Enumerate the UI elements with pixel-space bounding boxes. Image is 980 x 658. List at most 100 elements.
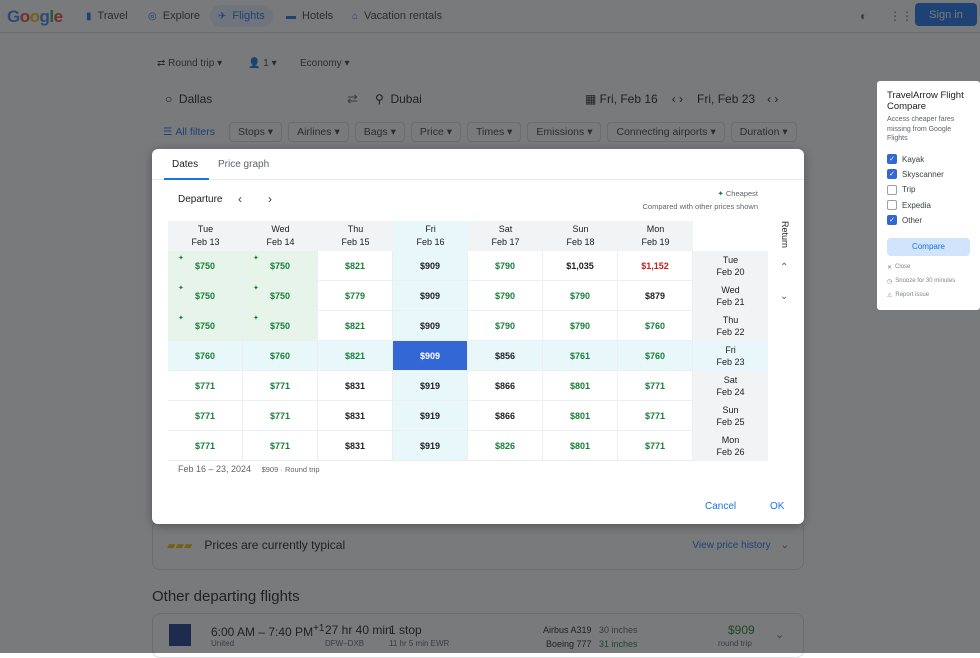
price-cell[interactable]: $760 (618, 341, 693, 371)
price-cell[interactable]: $790 (468, 311, 543, 341)
price-cell[interactable]: $919 (393, 431, 468, 461)
scroll-up-icon[interactable]: ⌃ (780, 262, 788, 273)
departure-date-header: Tue Feb 13 (168, 221, 243, 251)
price-cell[interactable]: $790 (468, 281, 543, 311)
sparkle-icon: ✦ (717, 189, 726, 198)
price-cell[interactable]: $821 (318, 341, 393, 371)
snooze-link[interactable]: ◷ Snooze for 30 minutes (887, 276, 970, 287)
kayak-checkbox[interactable]: ✓ Kayak (887, 152, 970, 167)
price-legend: ✦ Cheapest Compared with other prices sh… (642, 189, 758, 211)
sparkle-icon: ✦ (178, 255, 184, 262)
price-cell[interactable]: $771 (168, 401, 243, 431)
warning-icon: ⚠ (887, 292, 893, 299)
price-cell[interactable]: $790 (468, 251, 543, 281)
checkbox-checked-icon: ✓ (887, 215, 897, 226)
price-cell[interactable]: $831 (318, 431, 393, 461)
price-cell[interactable]: $856 (468, 341, 543, 371)
price-cell[interactable]: $1,152 (618, 251, 693, 281)
price-cell[interactable]: $760 (243, 341, 318, 371)
checkbox-empty-icon (887, 184, 897, 195)
scroll-down-icon[interactable]: ⌄ (780, 291, 788, 302)
price-cell[interactable]: ✦ $750 (168, 281, 243, 311)
departure-date-header: Sat Feb 17 (468, 221, 543, 251)
price-cell[interactable]: $909 (393, 281, 468, 311)
price-cell[interactable]: $771 (243, 401, 318, 431)
price-cell[interactable]: $826 (468, 431, 543, 461)
next-departure-icon[interactable]: › (268, 192, 272, 206)
ok-button[interactable]: OK (770, 501, 784, 512)
close-link[interactable]: ✕ Close (887, 262, 970, 273)
price-cell[interactable]: $760 (618, 311, 693, 341)
return-label: Return (780, 221, 790, 249)
price-cell[interactable]: ✦ $750 (168, 251, 243, 281)
price-cell[interactable]: $1,035 (543, 251, 618, 281)
return-date-header: Sun Feb 25 (693, 401, 768, 431)
price-cell[interactable]: ✦ $750 (168, 311, 243, 341)
cancel-button[interactable]: Cancel (705, 501, 736, 512)
price-cell[interactable]: $801 (543, 371, 618, 401)
prev-departure-icon[interactable]: ‹ (238, 192, 242, 206)
active-tab-indicator (164, 178, 209, 180)
return-date-header: Mon Feb 26 (693, 431, 768, 461)
close-icon: ✕ (887, 264, 893, 271)
extension-subtitle: Access cheaper fares missing from Google… (887, 116, 955, 142)
sparkle-icon: ✦ (253, 285, 259, 292)
price-cell[interactable]: $821 (318, 311, 393, 341)
price-cell[interactable]: ✦ $750 (243, 281, 318, 311)
checkbox-checked-icon: ✓ (887, 154, 897, 165)
price-cell[interactable]: $790 (543, 311, 618, 341)
tab-price-graph[interactable]: Price graph (218, 159, 269, 170)
return-date-header: Sat Feb 24 (693, 371, 768, 401)
skyscanner-checkbox[interactable]: ✓ Skyscanner (887, 167, 970, 182)
price-cell[interactable]: $879 (618, 281, 693, 311)
price-cell[interactable]: $779 (318, 281, 393, 311)
other-checkbox[interactable]: ✓ Other (887, 213, 970, 228)
price-cell[interactable]: $790 (543, 281, 618, 311)
departure-date-header: Fri Feb 16 (393, 221, 468, 251)
return-date-header: Fri Feb 23 (693, 341, 768, 371)
price-cell[interactable]: ✦ $750 (243, 251, 318, 281)
checkbox-checked-icon: ✓ (887, 169, 897, 180)
sparkle-icon: ✦ (253, 315, 259, 322)
price-cell[interactable]: $909 (393, 251, 468, 281)
trip-checkbox[interactable]: Trip (887, 182, 970, 197)
price-cell[interactable]: $771 (168, 371, 243, 401)
price-cell[interactable]: $919 (393, 371, 468, 401)
price-cell[interactable]: $831 (318, 371, 393, 401)
departure-date-header: Thu Feb 15 (318, 221, 393, 251)
price-cell[interactable]: $866 (468, 371, 543, 401)
price-cell[interactable]: ✦ $750 (243, 311, 318, 341)
return-date-header: Tue Feb 20 (693, 251, 768, 281)
price-cell[interactable]: $909 (393, 311, 468, 341)
price-cell[interactable]: $761 (543, 341, 618, 371)
report-issue-link[interactable]: ⚠ Report issue (887, 290, 970, 301)
price-cell[interactable]: $909 (393, 341, 468, 371)
price-cell[interactable]: $771 (618, 401, 693, 431)
sparkle-icon: ✦ (253, 255, 259, 262)
clock-icon: ◷ (887, 278, 893, 285)
departure-date-header: Sun Feb 18 (543, 221, 618, 251)
price-cell[interactable]: $801 (543, 431, 618, 461)
price-cell[interactable]: $866 (468, 401, 543, 431)
travelarrow-panel: TravelArrow Flight Compare Access cheape… (877, 81, 980, 310)
dialog-tabs: Dates Price graph (152, 149, 804, 180)
price-cell[interactable]: $771 (618, 371, 693, 401)
price-cell[interactable]: $919 (393, 401, 468, 431)
return-date-header: Wed Feb 21 (693, 281, 768, 311)
price-cell[interactable]: $771 (243, 431, 318, 461)
tab-dates[interactable]: Dates (172, 159, 198, 170)
price-cell[interactable]: $831 (318, 401, 393, 431)
extension-title: TravelArrow Flight Compare (887, 90, 964, 112)
price-cell[interactable]: $760 (168, 341, 243, 371)
price-cell[interactable]: $771 (168, 431, 243, 461)
price-cell[interactable]: $801 (543, 401, 618, 431)
departure-label: Departure (178, 194, 223, 205)
expedia-checkbox[interactable]: Expedia (887, 197, 970, 212)
checkbox-empty-icon (887, 200, 897, 211)
price-cell[interactable]: $771 (243, 371, 318, 401)
departure-date-header: Wed Feb 14 (243, 221, 318, 251)
price-cell[interactable]: $821 (318, 251, 393, 281)
compare-button[interactable]: Compare (887, 237, 970, 256)
price-cell[interactable]: $771 (618, 431, 693, 461)
selection-summary: Feb 16 – 23, 2024 $909 · Round trip (178, 464, 320, 474)
